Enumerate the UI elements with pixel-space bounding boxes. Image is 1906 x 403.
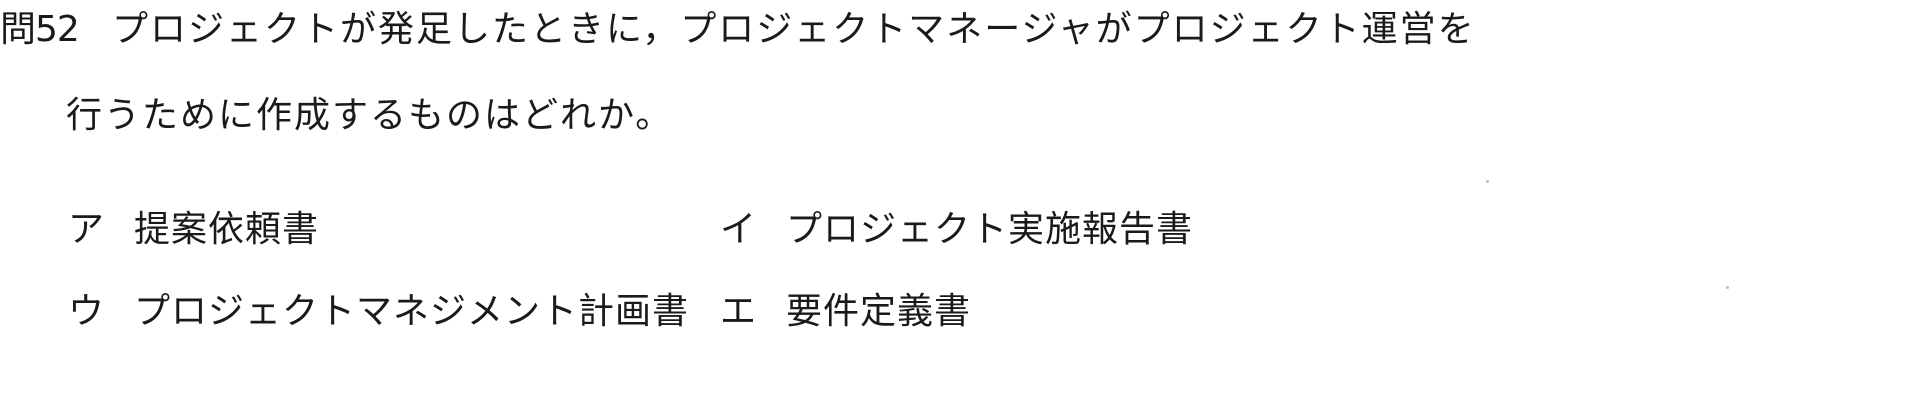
choice-text: 要件定義書 [786,291,972,332]
choice-u[interactable]: ウプロジェクトマネジメント計画書 [68,288,689,336]
exam-question-page: 問52 プロジェクトが発足したときに，プロジェクトマネージャがプロジェクト運営を… [0,0,1906,403]
choice-text: プロジェクトマネジメント計画書 [134,291,690,332]
choice-label: ウ [68,291,105,332]
question-number: 問52 [0,9,80,50]
scan-speck [1486,180,1489,183]
choice-i[interactable]: イプロジェクト実施報告書 [720,206,1193,254]
scan-speck [1726,286,1729,289]
choice-a[interactable]: ア提案依頼書 [68,206,319,254]
choice-e[interactable]: エ要件定義書 [720,288,971,336]
choice-label: エ [720,291,757,332]
choice-label: ア [68,209,105,250]
choice-label: イ [720,209,757,250]
question-text-line-1: プロジェクトが発足したときに，プロジェクトマネージャがプロジェクト運営を [112,9,1476,50]
choice-text: 提案依頼書 [134,209,320,250]
choice-text: プロジェクト実施報告書 [786,209,1194,250]
question-text-line-2: 行うために作成するものはどれか。 [66,95,674,136]
